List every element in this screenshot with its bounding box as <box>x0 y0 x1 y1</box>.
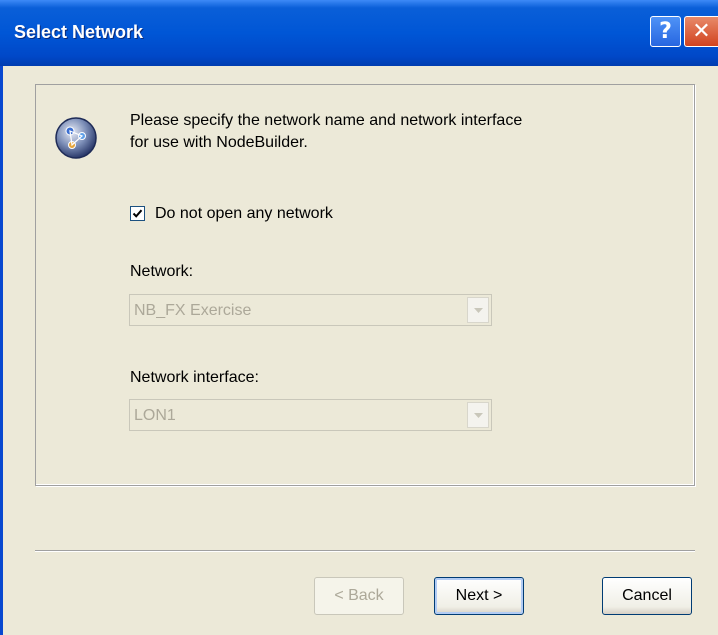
window-frame-left <box>0 66 3 635</box>
network-interface-value: LON1 <box>134 407 176 424</box>
close-icon: ✕ <box>692 19 711 44</box>
do-not-open-label[interactable]: Do not open any network <box>155 205 333 223</box>
network-label: Network: <box>130 263 194 280</box>
do-not-open-checkbox[interactable] <box>130 206 145 221</box>
title-bar[interactable]: Select Network ? ✕ <box>0 0 718 66</box>
next-button[interactable]: Next > <box>434 577 524 615</box>
network-wizard-icon <box>55 117 97 159</box>
network-value: NB_FX Exercise <box>134 302 252 319</box>
network-interface-label: Network interface: <box>130 369 259 386</box>
intro-line-1: Please specify the network name and netw… <box>130 112 523 129</box>
back-button[interactable]: < Back <box>314 577 404 615</box>
chevron-down-icon <box>473 307 483 313</box>
help-icon: ? <box>659 19 672 44</box>
network-interface-dropdown-button[interactable] <box>467 402 489 428</box>
cancel-button[interactable]: Cancel <box>602 577 692 615</box>
network-dropdown-button[interactable] <box>467 297 489 323</box>
network-interface-dropdown[interactable]: LON1 <box>129 399 492 431</box>
intro-line-2: for use with NodeBuilder. <box>130 134 308 151</box>
checkmark-icon <box>132 209 143 218</box>
close-button[interactable]: ✕ <box>684 16 718 47</box>
intro-text: Please specify the network name and netw… <box>130 110 650 154</box>
chevron-down-icon <box>473 412 483 418</box>
network-dropdown[interactable]: NB_FX Exercise <box>129 294 492 326</box>
button-separator <box>35 550 695 552</box>
window-title: Select Network <box>14 22 144 42</box>
help-button[interactable]: ? <box>650 16 681 47</box>
